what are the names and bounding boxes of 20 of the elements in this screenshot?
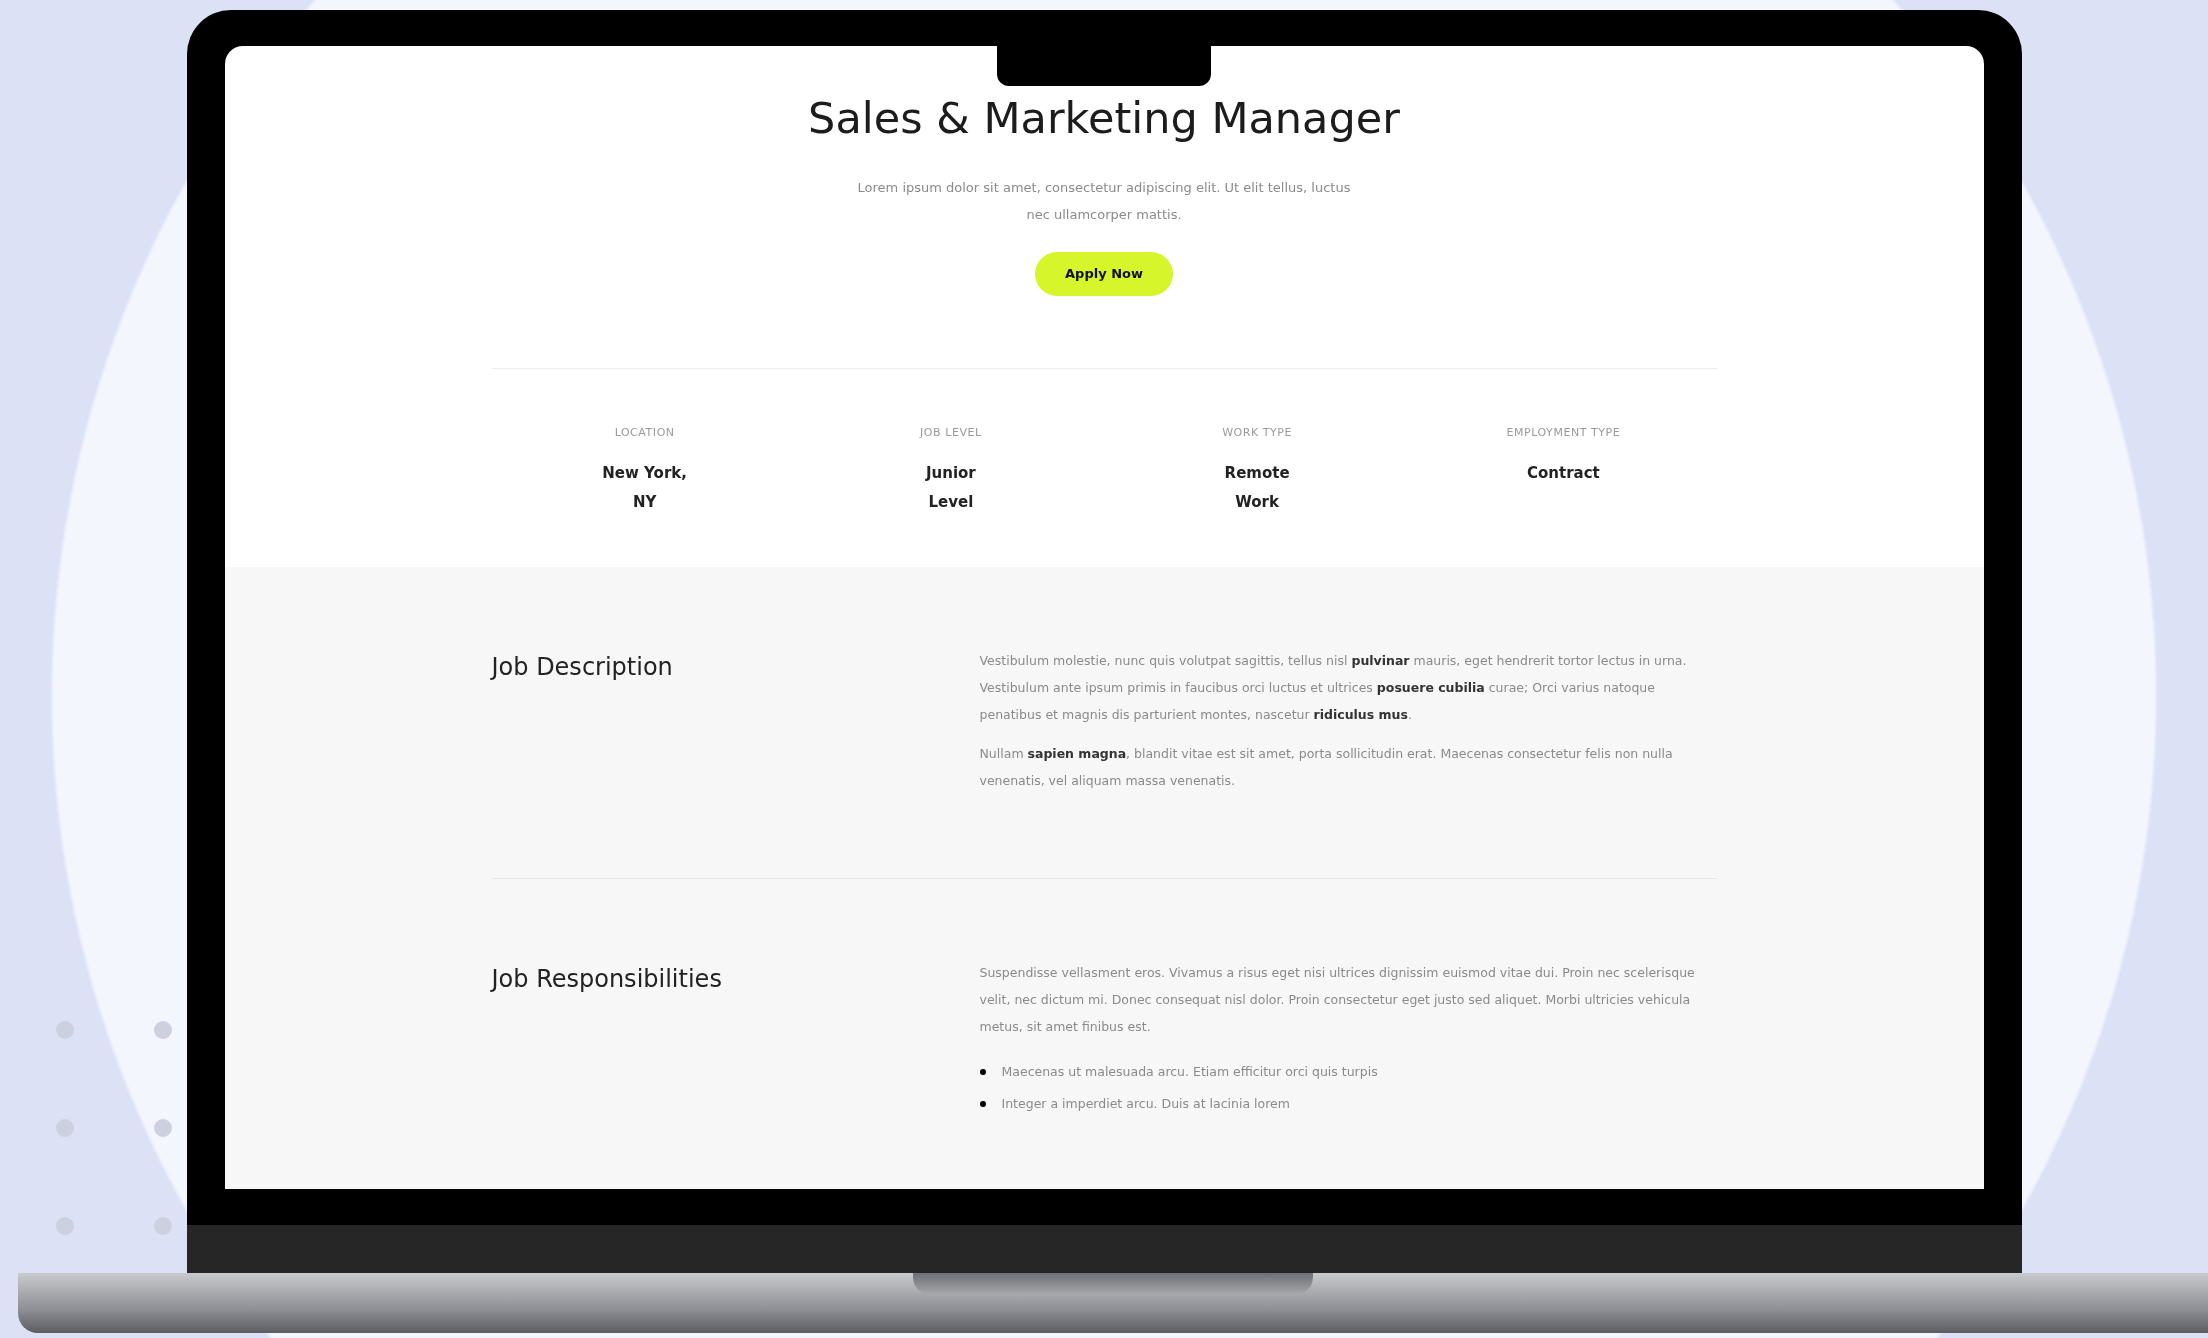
body-paragraph: Nullam sapien magna, blandit vitae est sit amet, porta sollicitudin erat. Maecenas consectetur felis non nulla venenatis, vel aliquam massa venenatis. xyxy=(979,745,1674,791)
fact-label: WORK TYPE xyxy=(1222,424,1293,441)
section-heading: Job Responsibilities xyxy=(491,964,723,996)
fact-value: Contract xyxy=(1527,463,1600,485)
fact-value: Remote Work xyxy=(1223,463,1291,514)
fact-value: New York, NY xyxy=(601,463,688,514)
fact-label: LOCATION xyxy=(614,424,675,441)
fact-value: Junior Level xyxy=(924,463,977,514)
fact-label: EMPLOYMENT TYPE xyxy=(1506,424,1621,441)
section-heading: Job Description xyxy=(491,652,674,684)
bullet-icon xyxy=(979,1100,986,1107)
body-paragraph: Suspendisse vellasment eros. Vivamus a risus eget nisi ultrices dignissim euismod vitae dui. Proin nec scelerisque velit, nec dictum mi. Donec consequat nisl dolor. Proin consectetur eget justo sed aliquet. Morbi ultricies vehicula metus, sit amet finibus est. xyxy=(979,964,1696,1037)
body-paragraph: Vestibulum molestie, nunc quis volutpat sagittis, tellus nisl pulvinar mauris, eget hendrerit tortor lectus in urna. Vestibulum ante ipsum primis in faucibus orci luctus et ultrices posuere cubilia curae; Orci varius natoque penatibus et magnis dis parturient montes, nascetur ridiculus mus. xyxy=(979,652,1688,725)
bullet-icon xyxy=(979,1068,986,1075)
job-title: Sales & Marketing Manager xyxy=(808,92,1400,145)
fact-label: JOB LEVEL xyxy=(920,424,982,441)
intro-text: Lorem ipsum dolor sit amet, consectetur adipiscing elit. Ut elit tellus, luctus nec ullamcorper mattis. xyxy=(856,178,1352,224)
apply-now-button[interactable]: Apply Now xyxy=(1035,251,1173,296)
bullet-text: Maecenas ut malesuada arcu. Etiam efficitur orci quis turpis xyxy=(1001,1063,1378,1082)
bullet-text: Integer a imperdiet arcu. Duis at lacinia lorem xyxy=(1001,1095,1290,1114)
